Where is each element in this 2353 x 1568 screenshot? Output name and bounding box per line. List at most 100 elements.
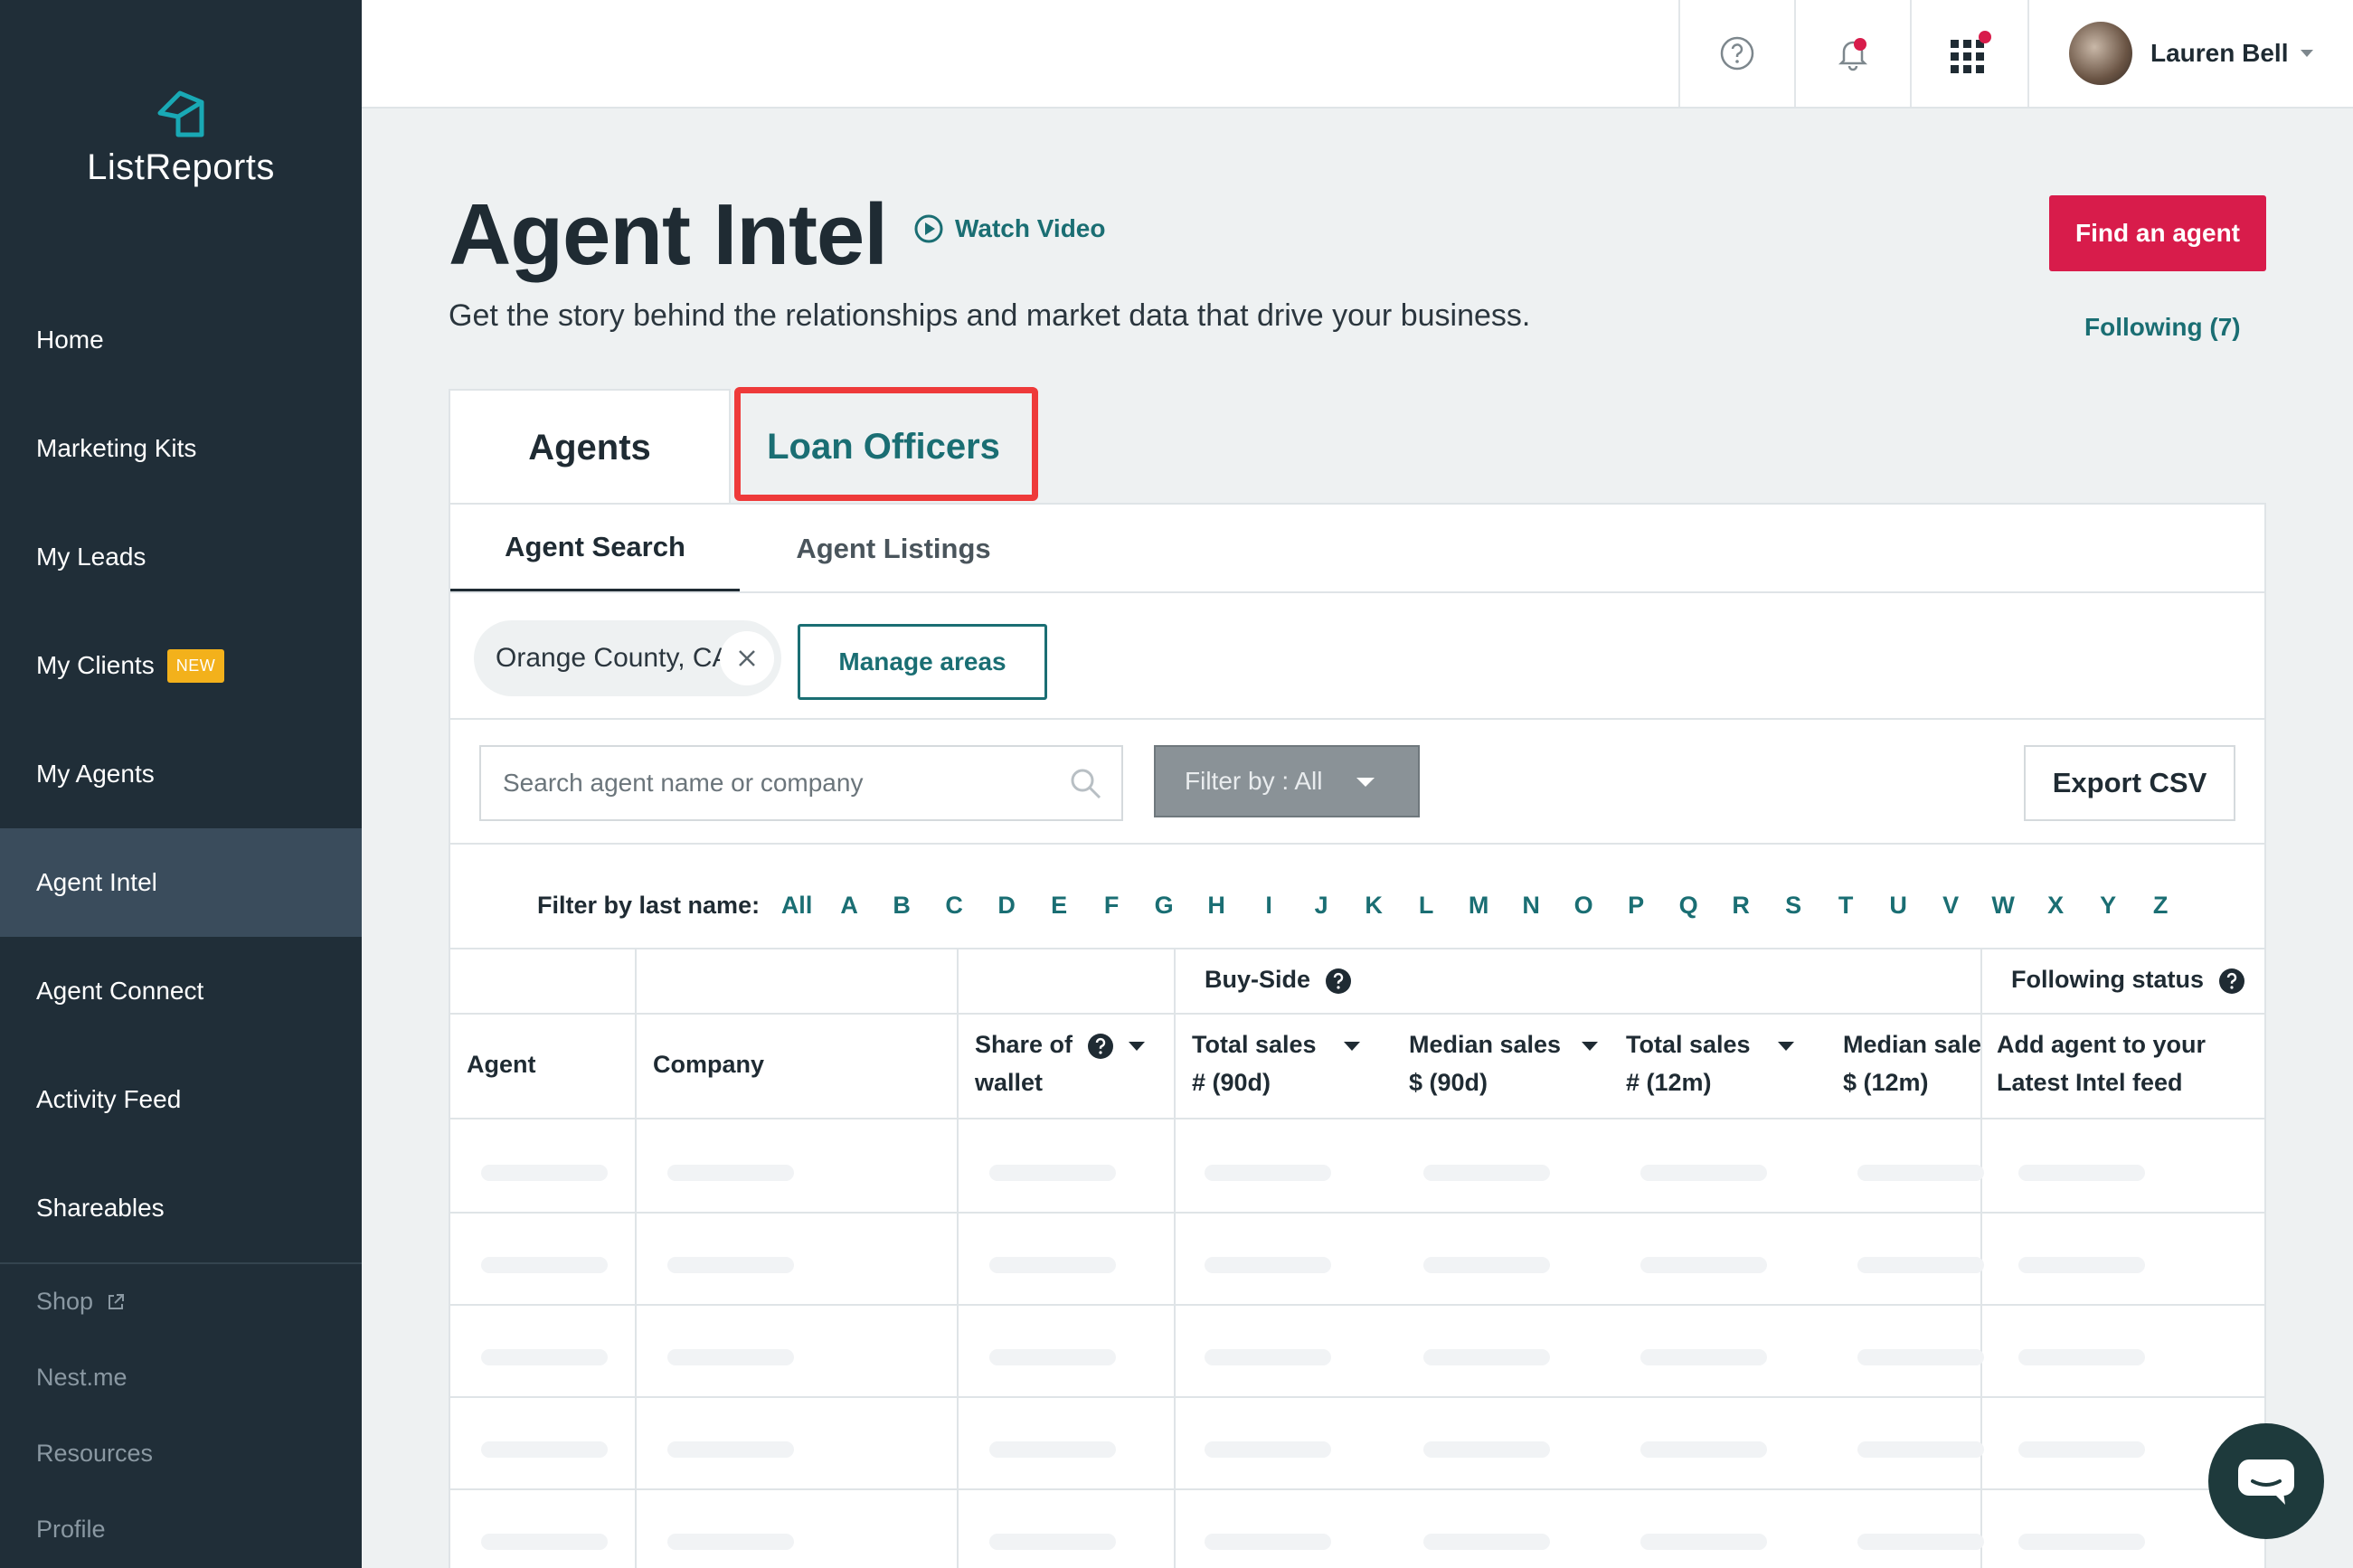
letter-filter-x[interactable]: X bbox=[2029, 892, 2082, 920]
letter-filter-o[interactable]: O bbox=[1557, 892, 1610, 920]
sidebar-item-activity-feed[interactable]: Activity Feed bbox=[0, 1045, 362, 1154]
logo[interactable]: ListReports bbox=[0, 86, 362, 188]
col-header-line: wallet bbox=[975, 1069, 1044, 1096]
loading-placeholder bbox=[481, 1349, 608, 1365]
sidebar-link-profile[interactable]: Profile bbox=[36, 1516, 106, 1544]
col-header-total-sales-12m[interactable]: Total sales # (12m) bbox=[1626, 1025, 1795, 1101]
letter-filter-d[interactable]: D bbox=[980, 892, 1033, 920]
sidebar-item-label: Marketing Kits bbox=[36, 434, 197, 462]
filter-dropdown[interactable]: Filter by : All bbox=[1154, 745, 1420, 817]
sidebar-item-home[interactable]: Home bbox=[0, 286, 362, 394]
loading-placeholder bbox=[1205, 1165, 1331, 1181]
letter-filter-j[interactable]: J bbox=[1295, 892, 1347, 920]
help-button[interactable] bbox=[1678, 0, 1794, 107]
sort-caret-icon[interactable] bbox=[1343, 1041, 1361, 1052]
letter-filter-b[interactable]: B bbox=[875, 892, 928, 920]
sidebar-item-shareables[interactable]: Shareables bbox=[0, 1154, 362, 1262]
letter-filter-v[interactable]: V bbox=[1924, 892, 1977, 920]
letter-filter-t[interactable]: T bbox=[1819, 892, 1872, 920]
external-link-icon bbox=[109, 1293, 125, 1309]
apps-button[interactable] bbox=[1910, 0, 2027, 107]
letter-filter-z[interactable]: Z bbox=[2134, 892, 2187, 920]
sort-caret-icon[interactable] bbox=[1777, 1041, 1795, 1052]
export-csv-button[interactable]: Export CSV bbox=[2024, 745, 2235, 821]
letter-filter-y[interactable]: Y bbox=[2082, 892, 2134, 920]
letter-filter-s[interactable]: S bbox=[1767, 892, 1819, 920]
sidebar-link-label: Shop bbox=[36, 1288, 94, 1315]
letter-filter-i[interactable]: I bbox=[1243, 892, 1295, 920]
sidebar-item-marketing-kits[interactable]: Marketing Kits bbox=[0, 394, 362, 503]
sidebar-item-label: My Agents bbox=[36, 760, 155, 788]
loading-placeholder bbox=[1640, 1349, 1767, 1365]
sidebar-link-resources[interactable]: Resources bbox=[36, 1440, 153, 1468]
col-header-share-of-wallet[interactable]: Share of wallet bbox=[975, 1025, 1146, 1101]
loading-placeholder bbox=[2018, 1349, 2145, 1365]
col-header-total-sales-90d[interactable]: Total sales # (90d) bbox=[1192, 1025, 1361, 1101]
loading-placeholder bbox=[667, 1441, 794, 1458]
sidebar-link-label: Resources bbox=[36, 1440, 154, 1467]
manage-areas-button[interactable]: Manage areas bbox=[798, 624, 1047, 700]
letter-filter-n[interactable]: N bbox=[1505, 892, 1557, 920]
letter-filter-e[interactable]: E bbox=[1033, 892, 1085, 920]
help-filled-icon[interactable] bbox=[1325, 968, 1352, 995]
close-icon bbox=[739, 650, 755, 666]
avatar bbox=[2069, 22, 2132, 85]
col-header-line: Add agent to your bbox=[1997, 1031, 2206, 1058]
letter-filter-h[interactable]: H bbox=[1190, 892, 1243, 920]
subtab-agent-search[interactable]: Agent Search bbox=[450, 505, 740, 593]
divider bbox=[450, 591, 2264, 593]
letter-filter-c[interactable]: C bbox=[928, 892, 980, 920]
loading-placeholder bbox=[667, 1349, 794, 1365]
remove-area-button[interactable] bbox=[720, 631, 774, 685]
logo-text: ListReports bbox=[87, 147, 275, 187]
sidebar-item-my-leads[interactable]: My Leads bbox=[0, 503, 362, 611]
following-link[interactable]: Following (7) bbox=[2084, 313, 2241, 342]
col-header-line: # (90d) bbox=[1192, 1069, 1271, 1096]
letter-filter-q[interactable]: Q bbox=[1662, 892, 1715, 920]
letter-filter-m[interactable]: M bbox=[1452, 892, 1505, 920]
notification-bell-icon bbox=[1838, 38, 1868, 71]
search-input[interactable]: Search agent name or company bbox=[479, 745, 1123, 821]
loading-placeholder bbox=[989, 1165, 1116, 1181]
watch-video-link[interactable]: Watch Video bbox=[913, 213, 1105, 244]
search-placeholder: Search agent name or company bbox=[503, 769, 864, 797]
subtab-agent-listings[interactable]: Agent Listings bbox=[758, 505, 1029, 593]
chat-button[interactable] bbox=[2208, 1423, 2324, 1539]
col-header-median-sale-12m[interactable]: Median sale $ (12m) bbox=[1843, 1025, 1980, 1101]
col-header-agent[interactable]: Agent bbox=[467, 1045, 536, 1083]
letter-filter-k[interactable]: K bbox=[1347, 892, 1400, 920]
sidebar-item-my-agents[interactable]: My Agents bbox=[0, 720, 362, 828]
col-divider bbox=[635, 948, 637, 1568]
col-header-company[interactable]: Company bbox=[653, 1045, 764, 1083]
notifications-button[interactable] bbox=[1794, 0, 1910, 107]
sidebar-item-my-clients[interactable]: My Clients NEW bbox=[0, 611, 362, 720]
letter-filter-all[interactable]: All bbox=[770, 892, 823, 920]
sidebar-link-label: Profile bbox=[36, 1516, 106, 1543]
letter-filter-u[interactable]: U bbox=[1872, 892, 1924, 920]
sidebar-item-agent-connect[interactable]: Agent Connect bbox=[0, 937, 362, 1045]
col-header-median-sales-90d[interactable]: Median sales $ (90d) bbox=[1409, 1025, 1599, 1101]
user-menu[interactable]: Lauren Bell bbox=[2027, 0, 2353, 107]
help-filled-icon[interactable] bbox=[1087, 1033, 1114, 1060]
letter-filter-a[interactable]: A bbox=[823, 892, 875, 920]
sort-caret-icon[interactable] bbox=[1581, 1041, 1599, 1052]
letter-filter-l[interactable]: L bbox=[1400, 892, 1452, 920]
divider bbox=[450, 843, 2264, 845]
loading-placeholder bbox=[989, 1534, 1116, 1550]
sidebar-item-agent-intel[interactable]: Agent Intel bbox=[0, 828, 362, 937]
row-divider bbox=[450, 1013, 2264, 1015]
letter-filter-g[interactable]: G bbox=[1138, 892, 1190, 920]
help-filled-icon[interactable] bbox=[2218, 968, 2245, 995]
apps-grid-icon bbox=[1951, 31, 1991, 73]
sidebar-link-nestme[interactable]: Nest.me bbox=[36, 1364, 128, 1392]
sort-caret-icon[interactable] bbox=[1128, 1041, 1146, 1052]
letter-filter-f[interactable]: F bbox=[1085, 892, 1138, 920]
sidebar-link-shop[interactable]: Shop bbox=[36, 1288, 126, 1316]
tab-agents[interactable]: Agents bbox=[449, 389, 731, 505]
last-name-filter: Filter by last name: All A B C D E F G H I J K L M N O P… bbox=[537, 892, 2187, 920]
letter-filter-w[interactable]: W bbox=[1977, 892, 2029, 920]
letter-filter-r[interactable]: R bbox=[1715, 892, 1767, 920]
find-agent-button[interactable]: Find an agent bbox=[2049, 195, 2266, 271]
letter-filter-p[interactable]: P bbox=[1610, 892, 1662, 920]
chevron-down-icon bbox=[2301, 50, 2314, 57]
